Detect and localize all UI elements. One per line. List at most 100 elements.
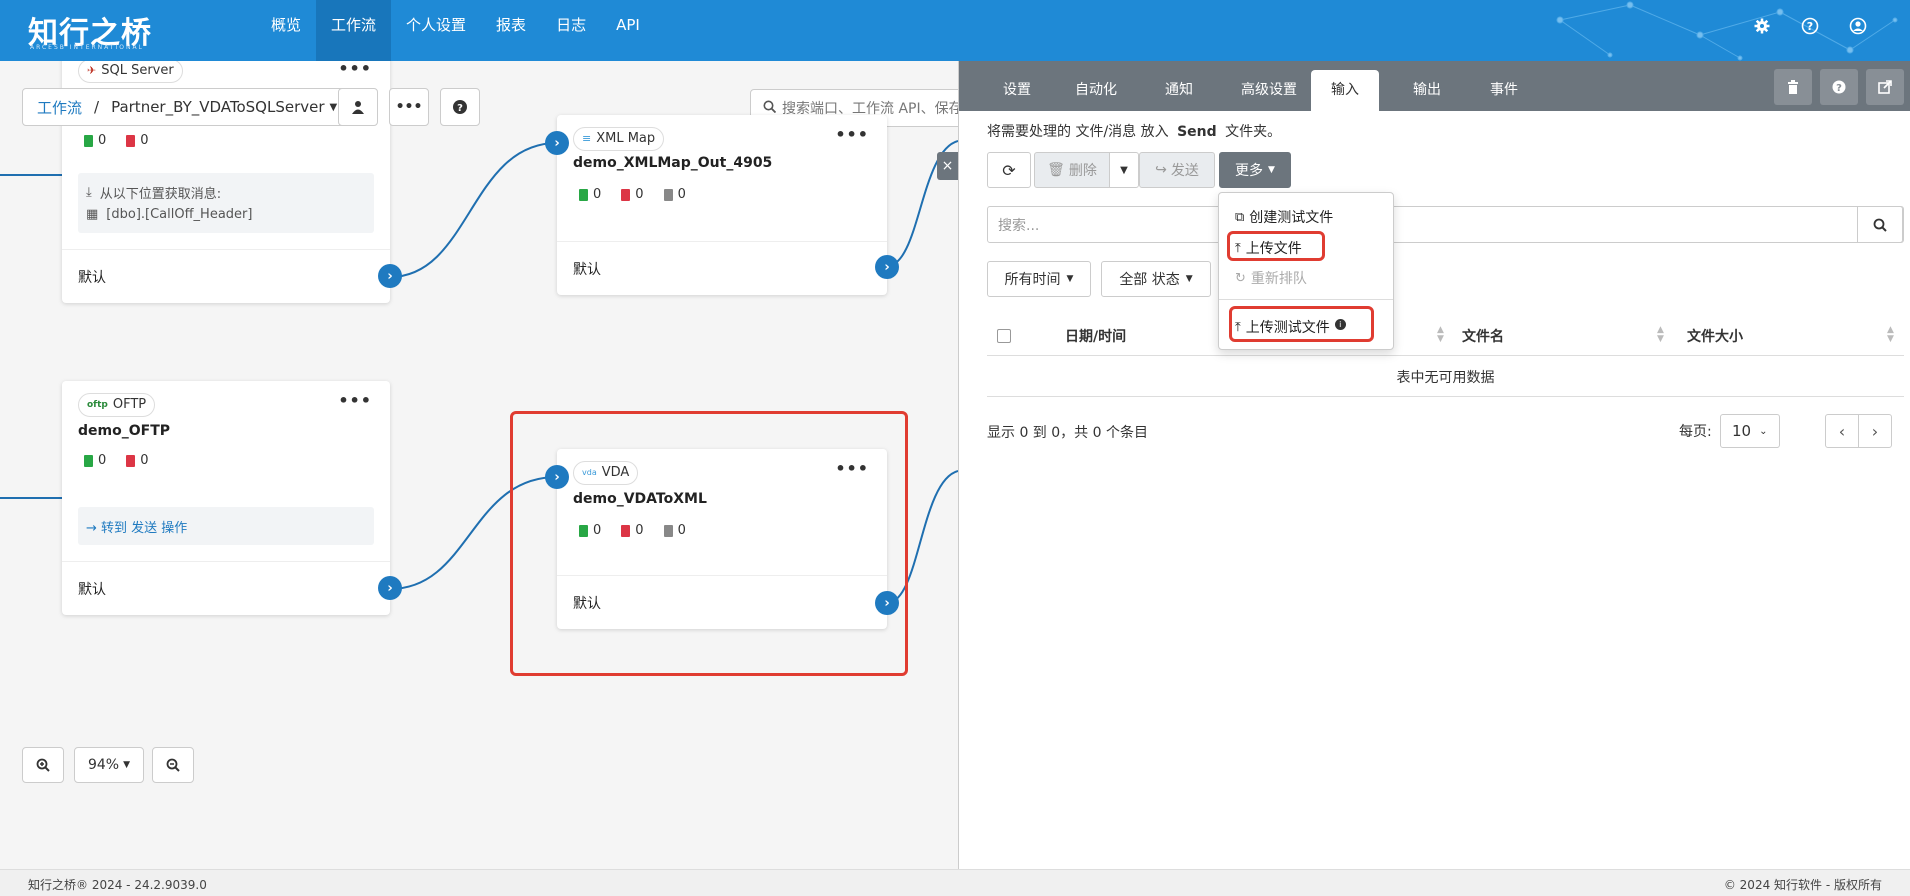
menu-requeue: ↻ 重新排队 [1235, 270, 1307, 288]
delete-dropdown-toggle[interactable]: ▼ [1109, 152, 1139, 188]
connector-card-xml-map[interactable]: ≡ XML Map ••• demo_XMLMap_Out_4905 0 0 0… [545, 115, 899, 295]
success-file-icon [84, 134, 93, 147]
trash-icon [1788, 80, 1798, 94]
nav-logs[interactable]: 日志 [541, 0, 601, 61]
success-file-icon [579, 188, 588, 201]
page-size-select[interactable]: 10 ⌄ [1719, 414, 1780, 448]
help-button[interactable]: ? [440, 88, 480, 126]
time-filter-select[interactable]: 所有时间 ▼ [987, 261, 1091, 297]
svg-text:?: ? [1807, 20, 1813, 33]
caret-down-icon: ▼ [1268, 165, 1275, 175]
nav-reports[interactable]: 报表 [481, 0, 541, 61]
panel-help-button[interactable]: ? [1820, 69, 1858, 105]
footer-version: 知行之桥® 2024 - 24.2.9039.0 [28, 878, 207, 892]
error-file-icon [126, 134, 136, 147]
workflow-canvas[interactable]: ✈ SQL Server ••• 0 0 ⤓ 从以下位置获取消息: ▦ [dbo… [0, 61, 958, 869]
previous-page-button[interactable]: ‹ [1825, 414, 1859, 448]
input-port[interactable]: › [545, 131, 569, 155]
footer-copyright: © 2024 知行软件 - 版权所有 [1723, 878, 1882, 892]
sort-icon[interactable]: ▲ ▼ [1437, 326, 1444, 344]
top-navbar: 知行之桥 ARCESB INTERNATIONAL 概览 工作流 个人设置 报表… [0, 0, 1910, 61]
trash-icon: 🗑 [1047, 162, 1065, 178]
goto-send-link[interactable]: → 转到 发送 操作 [86, 517, 187, 536]
card-footer: 默认 [62, 249, 390, 303]
connector-card-oftp[interactable]: oftp OFTP ••• demo_OFTP 0 0 → 转到 发送 操作 默… [62, 381, 402, 615]
tab-advanced[interactable]: 高级设置 [1225, 70, 1313, 111]
nav-api[interactable]: API [601, 0, 655, 61]
tab-input[interactable]: 输入 [1311, 70, 1379, 111]
help-icon[interactable]: ? [1798, 14, 1822, 38]
sort-icon[interactable]: ▲ ▼ [1887, 326, 1894, 344]
output-port[interactable]: › [378, 264, 402, 288]
file-search-input[interactable]: 搜索... [987, 206, 1904, 243]
workflow-selector[interactable]: Partner_BY_VDAToSQLServer [111, 98, 324, 116]
column-filesize[interactable]: 文件大小 [1687, 316, 1743, 356]
caret-down-icon: ▼ [329, 101, 338, 113]
svg-text:?: ? [457, 103, 463, 114]
delete-connector-button[interactable] [1774, 69, 1812, 105]
user-icon[interactable] [1846, 14, 1870, 38]
refresh-icon: ⟳ [1002, 160, 1016, 180]
connector-title[interactable]: demo_OFTP [78, 423, 170, 439]
card-menu-button[interactable]: ••• [835, 125, 869, 144]
next-page-button[interactable]: › [1858, 414, 1892, 448]
tab-settings[interactable]: 设置 [987, 70, 1047, 111]
breadcrumb: 工作流 / Partner_BY_VDAToSQLServer ▼ [22, 88, 353, 126]
column-datetime[interactable]: 日期/时间 [1065, 316, 1126, 356]
output-port[interactable]: › [378, 576, 402, 600]
card-footer: 默认 [62, 561, 390, 615]
success-file-icon [84, 454, 93, 467]
nav-profile[interactable]: 个人设置 [391, 0, 481, 61]
breadcrumb-root-link[interactable]: 工作流 [37, 97, 82, 118]
tab-automation[interactable]: 自动化 [1059, 70, 1133, 111]
user-button[interactable] [338, 88, 378, 126]
zoom-out-button[interactable] [152, 747, 194, 783]
select-all-checkbox[interactable] [997, 316, 1011, 356]
more-button[interactable]: 更多 ▼ [1219, 152, 1291, 188]
status-filter-select[interactable]: 全部 状态 ▼ [1101, 261, 1211, 297]
message-counts: 0 0 [84, 453, 149, 468]
gear-icon[interactable] [1750, 14, 1774, 38]
top-icons: ? [1750, 14, 1870, 38]
file-icon [663, 188, 673, 201]
delete-button[interactable]: 🗑 删除 [1034, 152, 1110, 188]
tab-output[interactable]: 输出 [1397, 70, 1457, 111]
zoom-out-icon [166, 758, 180, 772]
open-external-button[interactable] [1866, 69, 1904, 105]
close-panel-button[interactable]: × [937, 152, 958, 180]
highlight-box-upload-file [1227, 231, 1325, 261]
refresh-button[interactable]: ⟳ [987, 152, 1031, 188]
nav-workflow[interactable]: 工作流 [316, 0, 392, 61]
tab-notifications[interactable]: 通知 [1149, 70, 1209, 111]
highlight-box-upload-test-file [1229, 306, 1374, 342]
connector-type-tag: ✈ SQL Server [78, 61, 183, 83]
more-options-button[interactable]: ••• [389, 88, 429, 126]
table-info: 显示 0 到 0，共 0 个条目 [987, 425, 1148, 441]
card-menu-button[interactable]: ••• [338, 391, 372, 410]
search-button[interactable] [1857, 206, 1903, 243]
column-filename[interactable]: 文件名 [1462, 316, 1504, 356]
connector-title[interactable]: demo_XMLMap_Out_4905 [573, 155, 772, 171]
page-size-control: 每页: 10 ⌄ [1679, 414, 1780, 448]
menu-create-test-file[interactable]: ⧉ 创建测试文件 [1235, 207, 1333, 227]
input-hint: 将需要处理的 文件/消息 放入 Send 文件夹。 [987, 124, 1282, 140]
zoom-in-button[interactable] [22, 747, 64, 783]
redo-icon: ↻ [1235, 270, 1246, 286]
sort-icon[interactable]: ▲ ▼ [1657, 326, 1664, 344]
highlight-box-vda [510, 411, 908, 676]
share-icon: ↪ [1155, 162, 1167, 178]
caret-down-icon: ▼ [1066, 274, 1074, 284]
card-menu-button[interactable]: ••• [338, 61, 372, 78]
svg-text:?: ? [1836, 83, 1842, 94]
message-counts: 0 0 0 [579, 187, 686, 202]
zoom-level-select[interactable]: 94% ▼ [74, 747, 144, 783]
nav-overview[interactable]: 概览 [256, 0, 316, 61]
goto-send-box: → 转到 发送 操作 [78, 507, 374, 545]
page-footer: 知行之桥® 2024 - 24.2.9039.0 © 2024 知行软件 - 版… [0, 869, 1910, 896]
tab-events[interactable]: 事件 [1474, 70, 1534, 111]
caret-down-icon: ▼ [1185, 274, 1193, 284]
chevron-down-icon: ⌄ [1759, 425, 1768, 437]
output-port[interactable]: › [875, 255, 899, 279]
send-button[interactable]: ↪ 发送 [1139, 152, 1215, 188]
error-file-icon [621, 188, 631, 201]
